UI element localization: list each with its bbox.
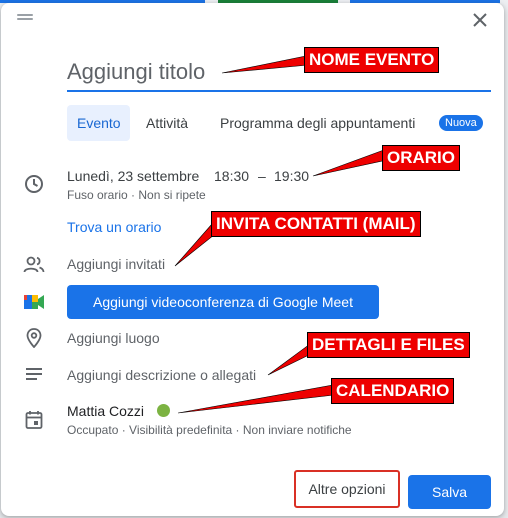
annotation-orario: ORARIO bbox=[382, 145, 460, 171]
annotation-nome-evento: NOME EVENTO bbox=[304, 47, 440, 73]
close-icon bbox=[473, 13, 487, 27]
event-date[interactable]: Lunedì, 23 settembre bbox=[67, 168, 199, 184]
time-separator: – bbox=[258, 168, 266, 184]
add-description-field[interactable]: Aggiungi descrizione o allegati bbox=[67, 367, 256, 383]
timezone-recurrence[interactable]: Fuso orario · Non si ripete bbox=[67, 188, 206, 202]
location-pin-icon bbox=[23, 327, 45, 349]
calendar-settings-summary[interactable]: Occupato · Visibilità predefinita · Non … bbox=[67, 423, 352, 437]
add-guests-field[interactable]: Aggiungi invitati bbox=[67, 256, 165, 272]
event-start-time[interactable]: 18:30 bbox=[214, 168, 249, 184]
more-options-button[interactable]: Altre opzioni bbox=[294, 470, 400, 508]
new-badge: Nuova bbox=[439, 115, 483, 131]
tab-task[interactable]: Attività bbox=[146, 105, 188, 141]
people-icon bbox=[23, 254, 45, 276]
annotation-calendario: CALENDARIO bbox=[331, 378, 455, 404]
drag-handle-icon[interactable] bbox=[17, 14, 33, 22]
save-button[interactable]: Salva bbox=[408, 475, 491, 509]
description-icon bbox=[23, 363, 45, 385]
annotation-invita-contatti: INVITA CONTATTI (MAIL) bbox=[211, 211, 421, 237]
calendar-color-dot bbox=[157, 404, 170, 417]
annotation-dettagli-files: DETTAGLI E FILES bbox=[307, 332, 470, 358]
close-button[interactable] bbox=[466, 6, 494, 34]
clock-icon bbox=[23, 173, 45, 195]
calendar-icon bbox=[23, 409, 45, 431]
find-time-link[interactable]: Trova un orario bbox=[67, 219, 161, 235]
event-end-time[interactable]: 19:30 bbox=[274, 168, 309, 184]
google-meet-icon bbox=[23, 291, 45, 313]
add-location-field[interactable]: Aggiungi luogo bbox=[67, 330, 160, 346]
add-google-meet-button[interactable]: Aggiungi videoconferenza di Google Meet bbox=[67, 285, 379, 319]
tab-event[interactable]: Evento bbox=[67, 105, 130, 141]
tab-appointment-schedule[interactable]: Programma degli appuntamenti bbox=[220, 105, 415, 141]
calendar-owner[interactable]: Mattia Cozzi bbox=[67, 403, 144, 419]
